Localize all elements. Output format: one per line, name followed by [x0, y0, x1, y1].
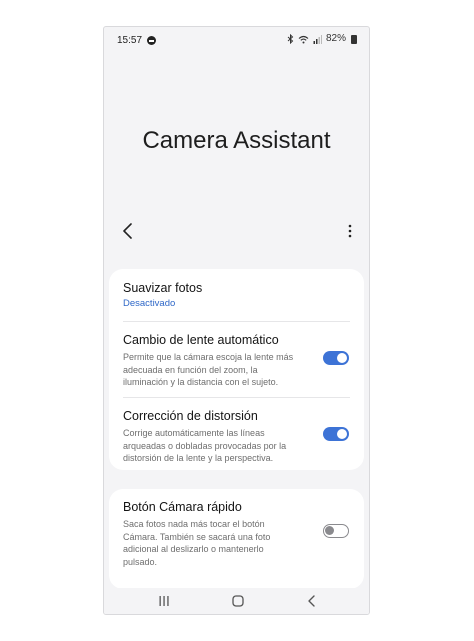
divider — [123, 321, 350, 322]
distorsion-row[interactable]: Corrección de distorsión Corrige automát… — [123, 409, 350, 465]
boton-rapido-desc: Saca fotos nada más tocar el botón Cámar… — [123, 519, 271, 567]
recents-icon[interactable] — [156, 593, 172, 609]
do-not-disturb-icon — [147, 36, 156, 45]
boton-rapido-toggle[interactable] — [323, 524, 349, 538]
toggle-knob — [337, 429, 347, 439]
back-icon[interactable] — [304, 593, 320, 609]
toggle-knob — [325, 526, 334, 535]
divider — [123, 397, 350, 398]
distorsion-desc: Corrige automáticamente las líneas arque… — [123, 428, 287, 463]
boton-rapido-row[interactable]: Botón Cámara rápido Saca fotos nada más … — [123, 500, 350, 568]
suavizar-fotos-row[interactable]: Suavizar fotos Desactivado — [123, 281, 350, 309]
toggle-knob — [337, 353, 347, 363]
home-icon[interactable] — [230, 593, 246, 609]
boton-rapido-title: Botón Cámara rápido — [123, 500, 242, 514]
suavizar-fotos-title: Suavizar fotos — [123, 281, 203, 295]
settings-card: Suavizar fotos Desactivado Cambio de len… — [109, 269, 364, 470]
suavizar-fotos-value: Desactivado — [123, 298, 176, 309]
status-icons: 82% — [287, 34, 357, 44]
status-bar: 15:57 82% — [104, 27, 369, 53]
chevron-left-icon[interactable] — [120, 221, 136, 241]
cambio-lente-desc: Permite que la cámara escoja la lente má… — [123, 352, 294, 387]
status-time: 15:57 — [117, 35, 143, 46]
distorsion-toggle[interactable] — [323, 427, 349, 441]
cambio-lente-toggle[interactable] — [323, 351, 349, 365]
cambio-lente-title: Cambio de lente automático — [123, 333, 279, 347]
page-title: Camera Assistant — [142, 127, 331, 154]
navigation-bar — [104, 588, 369, 614]
battery-percent: 82% — [325, 33, 346, 44]
battery-icon — [351, 34, 357, 44]
cambio-lente-row[interactable]: Cambio de lente automático Permite que l… — [123, 333, 350, 389]
more-vertical-icon[interactable] — [345, 223, 355, 239]
bluetooth-icon — [287, 34, 294, 44]
settings-card: Botón Cámara rápido Saca fotos nada más … — [109, 489, 364, 589]
wifi-icon — [298, 35, 309, 43]
signal-icon — [313, 34, 322, 44]
phone-screen: 15:57 82% Camera Assistant Suavizar foto… — [103, 26, 370, 615]
distorsion-title: Corrección de distorsión — [123, 409, 258, 423]
